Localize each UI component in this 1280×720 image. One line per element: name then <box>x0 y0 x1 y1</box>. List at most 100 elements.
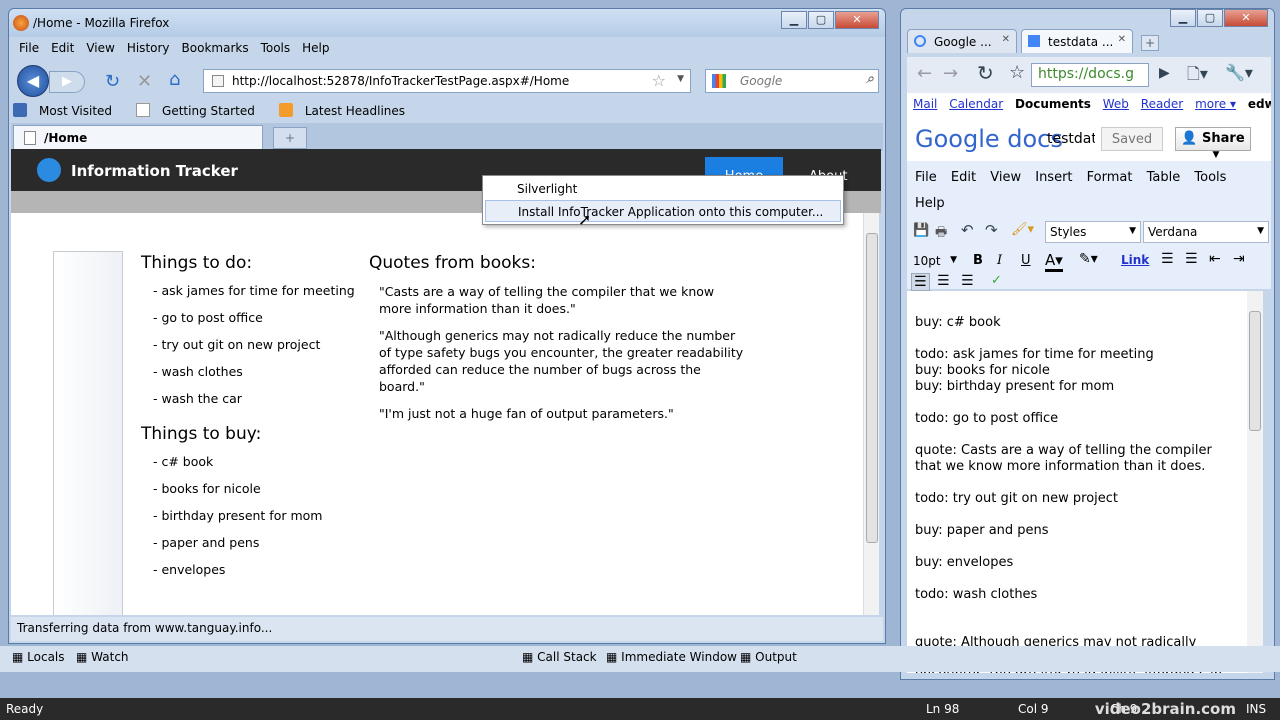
italic-icon[interactable]: I <box>997 253 1002 268</box>
tab-locals[interactable]: ▦ Locals <box>12 650 65 664</box>
menu-help[interactable]: Help <box>302 41 329 55</box>
text-color-icon[interactable]: A▾ <box>1045 251 1063 272</box>
back-button[interactable]: ◀ <box>17 65 49 97</box>
tab-immediate-window[interactable]: ▦ Immediate Window <box>606 650 737 664</box>
tab-home[interactable]: /Home <box>13 125 263 151</box>
share-button[interactable]: 👤 Share ▼ <box>1175 127 1251 160</box>
tab-watch[interactable]: ▦ Watch <box>76 650 129 664</box>
docs-menu-insert[interactable]: Insert <box>1035 170 1072 185</box>
document-body[interactable]: buy: c# book todo: ask james for time fo… <box>907 291 1247 673</box>
chevron-down-icon[interactable]: ▼ <box>677 74 684 84</box>
reload-icon[interactable]: ↻ <box>105 71 120 92</box>
tab-google[interactable]: Google ... ✕ <box>907 29 1017 53</box>
home-icon[interactable]: ⌂ <box>169 69 180 90</box>
scrollbar-thumb[interactable] <box>1249 311 1261 431</box>
spellcheck-icon[interactable]: ✓ <box>991 273 1002 288</box>
bookmark-getting-started[interactable]: Getting Started <box>136 103 267 118</box>
locals-icon: ▦ <box>12 650 28 664</box>
page-scrollbar[interactable] <box>863 213 879 615</box>
docs-menu-edit[interactable]: Edit <box>951 170 976 185</box>
docs-menu-file[interactable]: File <box>915 170 937 185</box>
link-reader[interactable]: Reader <box>1141 97 1183 111</box>
docs-menu-help[interactable]: Help <box>915 196 945 211</box>
increase-indent-icon[interactable]: ⇥ <box>1233 251 1245 267</box>
forward-icon[interactable]: → <box>943 63 958 84</box>
tab-output[interactable]: ▦ Output <box>740 650 797 664</box>
list-item: - wash the car <box>153 391 242 406</box>
forward-button[interactable]: ▶ <box>49 71 85 93</box>
search-icon[interactable]: ⌕ <box>866 71 874 87</box>
google-docs-logo[interactable]: Google docs <box>915 125 1063 153</box>
bookmark-latest-headlines[interactable]: Latest Headlines <box>278 103 417 118</box>
style-select[interactable]: Styles ▼ <box>1045 221 1141 243</box>
paint-format-icon[interactable]: 🖌▾ <box>1011 222 1034 237</box>
reload-icon[interactable]: ↻ <box>977 61 994 85</box>
docs-menu-table[interactable]: Table <box>1147 170 1181 185</box>
link-mail[interactable]: Mail <box>913 97 937 111</box>
quotes-column: Quotes from books: "Casts are a way of t… <box>369 253 749 432</box>
close-button[interactable]: ✕ <box>1224 9 1268 27</box>
link-button[interactable]: Link <box>1121 253 1149 267</box>
bookmark-most-visited[interactable]: Most Visited <box>13 103 124 118</box>
minimize-button[interactable]: ▁ <box>781 11 807 29</box>
align-center-icon[interactable]: ☰ <box>937 273 950 289</box>
wrench-icon[interactable]: 🔧▾ <box>1225 63 1253 82</box>
link-more[interactable]: more ▾ <box>1195 97 1236 111</box>
close-icon[interactable]: ✕ <box>1002 34 1010 45</box>
tab-testdata[interactable]: testdata ... ✕ <box>1021 29 1133 53</box>
new-tab-button[interactable]: + <box>273 127 307 149</box>
minimize-button[interactable]: ▁ <box>1170 9 1196 27</box>
page-menu-icon[interactable]: 🗋▾ <box>1187 63 1208 90</box>
go-icon[interactable]: ▶ <box>1159 65 1170 81</box>
save-icon[interactable]: 💾 <box>913 223 929 238</box>
address-bar[interactable]: https://docs.g <box>1031 63 1149 87</box>
doc-scrollbar[interactable] <box>1247 291 1263 673</box>
docs-menu-tools[interactable]: Tools <box>1194 170 1226 185</box>
tab-call-stack[interactable]: ▦ Call Stack <box>522 650 597 664</box>
docs-menu-format[interactable]: Format <box>1087 170 1133 185</box>
decrease-indent-icon[interactable]: ⇤ <box>1209 251 1221 267</box>
align-left-icon[interactable]: ☰ <box>911 273 930 291</box>
saved-button[interactable]: Saved <box>1101 127 1163 151</box>
docs-menu-view[interactable]: View <box>990 170 1021 185</box>
align-right-icon[interactable]: ☰ <box>961 273 974 289</box>
menu-bookmarks[interactable]: Bookmarks <box>182 41 249 55</box>
undo-icon[interactable]: ↶ <box>961 221 974 239</box>
watermark: video2brain.com <box>1094 700 1236 718</box>
link-documents[interactable]: Documents <box>1015 97 1091 111</box>
doc-title[interactable]: testdat <box>1047 131 1095 147</box>
menu-tools[interactable]: Tools <box>261 41 291 55</box>
app-logo-icon <box>37 158 61 182</box>
scrollbar-thumb[interactable] <box>866 233 878 543</box>
url-bar[interactable]: http://localhost:52878/InfoTrackerTestPa… <box>203 69 691 93</box>
menu-file[interactable]: File <box>19 41 39 55</box>
bold-icon[interactable]: B <box>973 253 983 268</box>
maximize-button[interactable]: ▢ <box>1197 9 1223 27</box>
print-icon[interactable]: 🖶 <box>935 223 947 245</box>
new-tab-button[interactable]: + <box>1141 35 1159 51</box>
star-icon[interactable]: ☆ <box>1009 62 1025 83</box>
menu-edit[interactable]: Edit <box>51 41 74 55</box>
link-calendar[interactable]: Calendar <box>949 97 1003 111</box>
close-icon[interactable]: ✕ <box>1118 34 1126 45</box>
close-button[interactable]: ✕ <box>835 11 879 29</box>
user-account[interactable]: edwa <box>1248 97 1271 111</box>
size-select[interactable]: 10pt ▼ <box>909 251 961 273</box>
back-icon[interactable]: ← <box>917 63 932 84</box>
font-select[interactable]: Verdana ▼ <box>1143 221 1269 243</box>
underline-icon[interactable]: U <box>1021 253 1031 268</box>
context-item-silverlight[interactable]: Silverlight <box>485 178 841 200</box>
menu-view[interactable]: View <box>86 41 114 55</box>
bullet-list-icon[interactable]: ☰ <box>1185 251 1198 267</box>
redo-icon[interactable]: ↷ <box>985 221 998 239</box>
highlight-icon[interactable]: ✎▾ <box>1079 251 1098 267</box>
numbered-list-icon[interactable]: ☰ <box>1161 251 1174 267</box>
stop-icon[interactable]: ✕ <box>137 71 152 92</box>
context-item-install[interactable]: Install InfoTracker Application onto thi… <box>485 200 841 222</box>
silverlight-panel[interactable] <box>53 251 123 615</box>
search-input[interactable]: Google ⌕ <box>705 69 879 93</box>
link-web[interactable]: Web <box>1103 97 1129 111</box>
maximize-button[interactable]: ▢ <box>808 11 834 29</box>
menu-history[interactable]: History <box>127 41 170 55</box>
star-icon[interactable]: ☆ <box>652 71 666 90</box>
